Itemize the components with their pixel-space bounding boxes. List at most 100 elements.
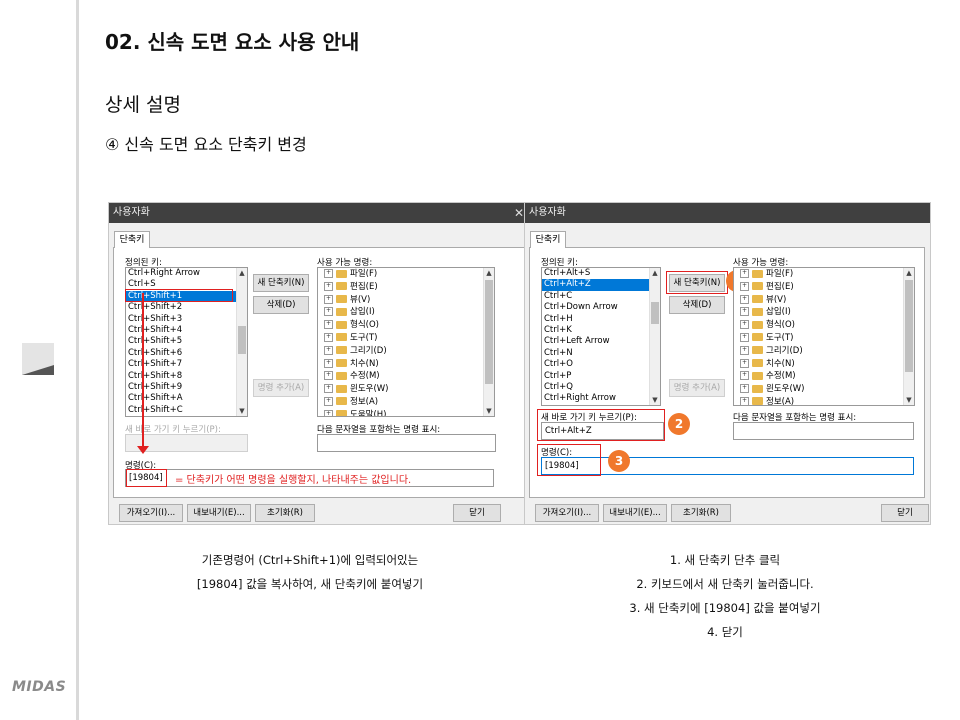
expand-icon[interactable]: + [324, 332, 333, 342]
scroll-up-icon[interactable]: ▲ [237, 268, 247, 278]
expand-icon[interactable]: + [740, 358, 749, 368]
scroll-down-icon[interactable]: ▼ [650, 395, 660, 405]
tree-item[interactable]: + 정보(A) [734, 396, 914, 405]
tree-item[interactable]: + 형식(O) [734, 319, 914, 332]
tree-item[interactable]: + 수정(M) [734, 370, 914, 383]
expand-icon[interactable]: + [324, 409, 333, 416]
expand-icon[interactable]: + [324, 345, 333, 355]
tree-item[interactable]: + 도움말(H) [318, 409, 494, 416]
expand-icon[interactable]: + [324, 358, 333, 368]
import-button[interactable]: 가져오기(I)... [535, 504, 599, 522]
tree-item[interactable]: + 그리기(D) [734, 345, 914, 358]
list-item[interactable]: Ctrl+P [542, 371, 660, 382]
reset-button[interactable]: 초기화(R) [255, 504, 315, 522]
tab-shortcuts[interactable]: 단축키 [114, 231, 150, 248]
tree-item[interactable]: + 그리기(D) [318, 345, 494, 358]
list-item[interactable]: Ctrl+K [542, 325, 660, 336]
tree-item[interactable]: + 도구(T) [734, 332, 914, 345]
list-item[interactable]: Ctrl+Alt+Z [542, 279, 660, 291]
tree-item[interactable]: + 윈도우(W) [734, 383, 914, 396]
expand-icon[interactable]: + [324, 281, 333, 291]
expand-icon[interactable]: + [740, 294, 749, 304]
expand-icon[interactable]: + [324, 371, 333, 381]
list-item[interactable]: Ctrl+Shift+9 [126, 382, 247, 393]
available-commands-tree[interactable]: + 파일(F) + 편집(E) + 뷰(V) + 삽입(I) + 형식(O) + 도구(T) + 그리기(… [733, 267, 915, 406]
add-command-button[interactable]: 명령 추가(A) [669, 379, 725, 397]
expand-icon[interactable]: + [324, 307, 333, 317]
new-shortcut-button[interactable]: 새 단축키(N) [253, 274, 309, 292]
scroll-up-icon[interactable]: ▲ [650, 268, 660, 278]
list-scrollbar[interactable]: ▲ ▼ [649, 268, 660, 405]
tree-item[interactable]: + 정보(A) [318, 396, 494, 409]
reset-button[interactable]: 초기화(R) [671, 504, 731, 522]
scroll-up-icon[interactable]: ▲ [484, 268, 494, 278]
tree-item[interactable]: + 편집(E) [318, 281, 494, 294]
list-item[interactable]: Ctrl+Right Arrow [126, 268, 247, 279]
list-item[interactable]: Ctrl+Left Arrow [542, 336, 660, 347]
expand-icon[interactable]: + [324, 384, 333, 394]
defined-keys-list[interactable]: Ctrl+Alt+S Ctrl+Alt+Z Ctrl+C Ctrl+Down Arro… [541, 267, 661, 406]
list-item[interactable]: Ctrl+Down Arrow [542, 302, 660, 313]
tree-item[interactable]: + 뷰(V) [318, 294, 494, 307]
list-item[interactable]: Ctrl+Shift+8 [126, 371, 247, 382]
tree-scrollbar[interactable]: ▲ ▼ [903, 268, 914, 405]
add-command-button[interactable]: 명령 추가(A) [253, 379, 309, 397]
tree-item[interactable]: + 삽입(I) [734, 306, 914, 319]
tree-item[interactable]: + 편집(E) [734, 281, 914, 294]
expand-icon[interactable]: + [740, 345, 749, 355]
expand-icon[interactable]: + [324, 396, 333, 406]
tab-shortcuts[interactable]: 단축키 [530, 231, 566, 248]
tree-item[interactable]: + 삽입(I) [318, 306, 494, 319]
list-item[interactable]: Ctrl+Shift+5 [126, 336, 247, 347]
expand-icon[interactable]: + [740, 269, 749, 278]
tree-item[interactable]: + 파일(F) [318, 268, 494, 281]
tree-item[interactable]: + 형식(O) [318, 319, 494, 332]
close-button[interactable]: 닫기 [881, 504, 929, 522]
list-item[interactable]: Ctrl+Alt+S [542, 268, 660, 279]
list-item[interactable]: Ctrl+Right Arrow [542, 393, 660, 404]
list-item[interactable]: Ctrl+Q [542, 382, 660, 393]
tree-scrollbar[interactable]: ▲ ▼ [483, 268, 494, 416]
expand-icon[interactable]: + [324, 269, 333, 278]
scroll-down-icon[interactable]: ▼ [904, 395, 914, 405]
list-item[interactable]: Ctrl+Shift+4 [126, 325, 247, 336]
filter-input[interactable] [317, 434, 496, 452]
export-button[interactable]: 내보내기(E)... [603, 504, 667, 522]
list-item[interactable]: Ctrl+O [542, 359, 660, 370]
list-item[interactable]: Ctrl+Shift+A [126, 393, 247, 404]
expand-icon[interactable]: + [324, 320, 333, 330]
expand-icon[interactable]: + [740, 320, 749, 330]
tree-item[interactable]: + 윈도우(W) [318, 383, 494, 396]
tree-item[interactable]: + 파일(F) [734, 268, 914, 281]
close-icon[interactable]: ✕ [514, 203, 524, 223]
list-item[interactable]: Ctrl+C [542, 291, 660, 302]
expand-icon[interactable]: + [740, 384, 749, 394]
import-button[interactable]: 가져오기(I)... [119, 504, 183, 522]
expand-icon[interactable]: + [740, 332, 749, 342]
list-item[interactable]: Ctrl+N [542, 348, 660, 359]
scroll-down-icon[interactable]: ▼ [237, 406, 247, 416]
list-item[interactable]: Ctrl+Shift+6 [126, 348, 247, 359]
scroll-down-icon[interactable]: ▼ [484, 406, 494, 416]
filter-input[interactable] [733, 422, 914, 440]
expand-icon[interactable]: + [324, 294, 333, 304]
tree-item[interactable]: + 뷰(V) [734, 294, 914, 307]
list-item[interactable]: Ctrl+H [542, 314, 660, 325]
tree-item[interactable]: + 수정(M) [318, 370, 494, 383]
list-item[interactable]: Ctrl+Shift+C [126, 405, 247, 416]
delete-button[interactable]: 삭제(D) [253, 296, 309, 314]
delete-button[interactable]: 삭제(D) [669, 296, 725, 314]
scroll-up-icon[interactable]: ▲ [904, 268, 914, 278]
export-button[interactable]: 내보내기(E)... [187, 504, 251, 522]
expand-icon[interactable]: + [740, 396, 749, 405]
expand-icon[interactable]: + [740, 307, 749, 317]
list-item[interactable]: Ctrl+Shift+3 [126, 314, 247, 325]
tree-item[interactable]: + 도구(T) [318, 332, 494, 345]
close-button[interactable]: 닫기 [453, 504, 501, 522]
expand-icon[interactable]: + [740, 371, 749, 381]
available-commands-tree[interactable]: + 파일(F) + 편집(E) + 뷰(V) + 삽입(I) + 형식(O) + 도구(T) + 그리기(… [317, 267, 495, 417]
list-scrollbar[interactable]: ▲ ▼ [236, 268, 247, 416]
tree-item[interactable]: + 치수(N) [318, 358, 494, 371]
tree-item[interactable]: + 치수(N) [734, 358, 914, 371]
list-item[interactable]: Ctrl+Shift+2 [126, 302, 247, 313]
